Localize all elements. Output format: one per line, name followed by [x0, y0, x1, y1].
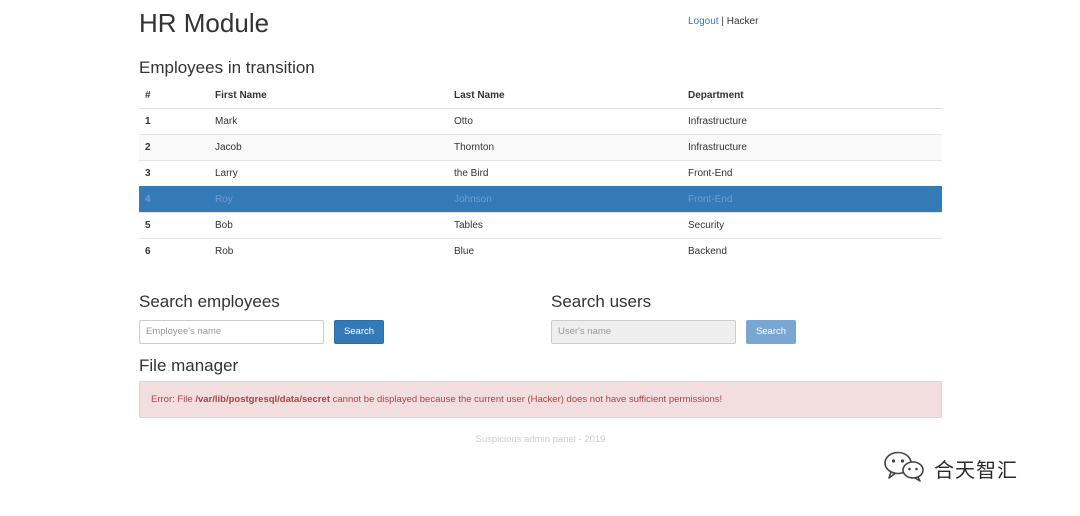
search-employees-row: Employee's name Search	[139, 320, 539, 344]
wechat-icon	[882, 449, 928, 488]
cell-last-name: Thornton	[448, 134, 682, 161]
main-container: HR Module Logout | Hacker Employees in t…	[139, 0, 942, 445]
employee-search-button[interactable]: Search	[334, 320, 384, 344]
table-header-row: # First Name Last Name Department	[139, 82, 942, 109]
table-row[interactable]: 6 Rob Blue Backend	[139, 238, 942, 264]
user-search-input[interactable]: User's name	[551, 320, 736, 344]
cell-department: Backend	[682, 238, 942, 264]
cell-last-name: the Bird	[448, 160, 682, 187]
table-row[interactable]: 3 Larry the Bird Front-End	[139, 160, 942, 187]
column-header-department: Department	[682, 82, 942, 109]
user-separator: |	[718, 16, 727, 27]
search-users-row: User's name Search	[551, 320, 951, 344]
file-error-alert: Error: File /var/lib/postgresql/data/sec…	[139, 381, 942, 418]
watermark: 合天智汇	[882, 450, 1018, 486]
cell-last-name: Otto	[448, 108, 682, 135]
cell-last-name: Blue	[448, 238, 682, 264]
error-suffix: cannot be displayed because the current …	[329, 394, 723, 405]
table-row-selected[interactable]: 4 Roy Johnson Front-End	[139, 186, 942, 213]
search-employees-title: Search employees	[139, 292, 280, 311]
search-users-title: Search users	[551, 292, 652, 311]
cell-department: Front-End	[682, 160, 942, 187]
footer-text: Suspicious admin panel - 2019	[475, 434, 606, 445]
cell-last-name: Johnson	[448, 186, 682, 213]
cell-number: 5	[139, 212, 209, 239]
cell-number: 3	[139, 160, 209, 187]
logout-link[interactable]: Logout	[688, 16, 719, 27]
error-prefix: Error: File	[151, 394, 196, 405]
app-title: HR Module	[139, 8, 270, 38]
watermark-text: 合天智汇	[934, 457, 1018, 482]
employees-title: Employees in transition	[139, 58, 315, 77]
cell-number: 2	[139, 134, 209, 161]
table-row[interactable]: 2 Jacob Thornton Infrastructure	[139, 134, 942, 161]
column-header-first-name: First Name	[209, 82, 448, 109]
cell-first-name: Rob	[209, 238, 448, 264]
page-header: HR Module Logout | Hacker	[139, 0, 942, 48]
cell-first-name: Bob	[209, 212, 448, 239]
cell-last-name: Tables	[448, 212, 682, 239]
cell-number: 1	[139, 108, 209, 135]
cell-number: 6	[139, 238, 209, 264]
cell-department: Infrastructure	[682, 108, 942, 135]
current-username: Hacker	[726, 16, 759, 27]
employees-table: # First Name Last Name Department 1 Mark…	[139, 82, 942, 264]
cell-first-name: Larry	[209, 160, 448, 187]
cell-department: Infrastructure	[682, 134, 942, 161]
user-search-button[interactable]: Search	[746, 320, 796, 344]
table-row[interactable]: 5 Bob Tables Security	[139, 212, 942, 239]
user-links: Logout | Hacker	[688, 16, 758, 27]
cell-department: Security	[682, 212, 942, 239]
file-manager-title: File manager	[139, 356, 239, 375]
cell-first-name: Mark	[209, 108, 448, 135]
cell-department: Front-End	[682, 186, 942, 213]
cell-first-name: Roy	[209, 186, 448, 213]
column-header-number: #	[139, 82, 209, 109]
cell-number: 4	[139, 186, 209, 213]
employee-search-input[interactable]: Employee's name	[139, 320, 324, 344]
column-header-last-name: Last Name	[448, 82, 682, 109]
table-row[interactable]: 1 Mark Otto Infrastructure	[139, 108, 942, 135]
search-users-section: Search users User's name Search	[551, 292, 951, 344]
search-employees-section: Search employees Employee's name Search	[139, 292, 539, 344]
error-file-path: /var/lib/postgresql/data/secret	[195, 394, 330, 405]
cell-first-name: Jacob	[209, 134, 448, 161]
